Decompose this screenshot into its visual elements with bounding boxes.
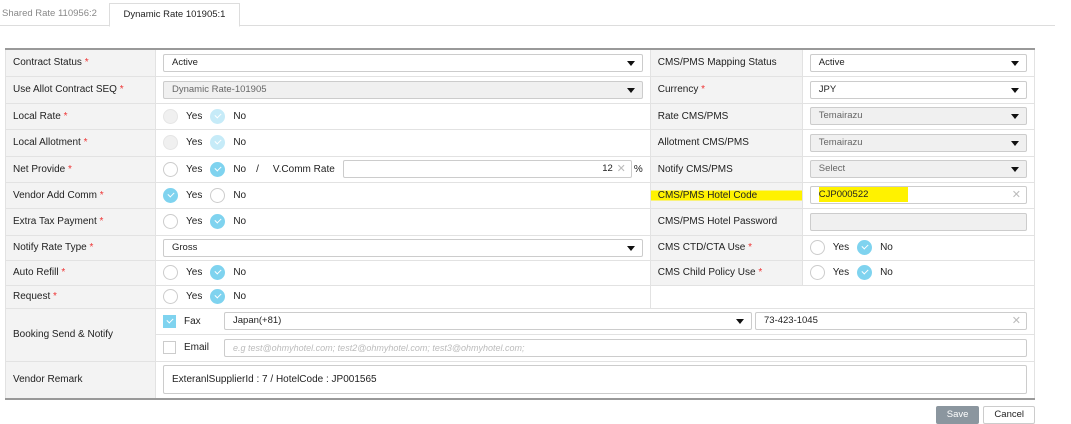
label-hotel-password: CMS/PMS Hotel Password xyxy=(649,207,803,236)
notify-cms-select[interactable]: Select xyxy=(809,160,1027,178)
label-rate-cms: Rate CMS/PMS xyxy=(649,102,803,130)
percent-label: % xyxy=(633,163,643,175)
auto-refill-no-radio[interactable] xyxy=(210,265,226,280)
currency-select[interactable]: JPY xyxy=(809,80,1027,99)
save-button[interactable]: Save xyxy=(935,406,980,424)
no-label: No xyxy=(233,163,247,175)
contract-form: Contract Status * Active CMS/PMS Mapping… xyxy=(5,48,1036,400)
chevron-down-icon xyxy=(736,319,744,324)
contract-status-select[interactable]: Active xyxy=(163,53,643,72)
label-vendor-remark: Vendor Remark xyxy=(5,360,156,400)
label-local-allotment: Local Allotment * xyxy=(5,128,156,157)
child-policy-yes-radio[interactable] xyxy=(809,265,825,280)
chevron-down-icon xyxy=(1011,140,1019,146)
label-allot-cms: Allotment CMS/PMS xyxy=(649,128,803,157)
label-currency: Currency * xyxy=(649,75,803,104)
label-child-policy: CMS Child Policy Use * xyxy=(649,259,803,286)
clear-icon[interactable]: ✕ xyxy=(1012,313,1021,329)
clear-icon[interactable]: ✕ xyxy=(617,161,626,177)
cms-mapping-status-select[interactable]: Active xyxy=(809,53,1027,72)
yes-label: Yes xyxy=(186,291,203,302)
clear-icon[interactable]: ✕ xyxy=(1012,187,1021,203)
net-provide-no-radio[interactable] xyxy=(210,161,226,177)
no-label: No xyxy=(233,267,247,278)
label-contract-status: Contract Status * xyxy=(5,48,156,77)
yes-label: Yes xyxy=(186,216,203,227)
email-label: Email xyxy=(184,342,210,353)
vcomm-rate-input[interactable]: 12 ✕ xyxy=(342,160,632,178)
hotel-password-input[interactable] xyxy=(809,212,1027,231)
chevron-down-icon xyxy=(1011,114,1019,119)
vendor-add-comm-yes-radio[interactable] xyxy=(163,187,178,203)
local-rate-no-radio[interactable] xyxy=(210,108,226,124)
label-local-rate: Local Rate * xyxy=(5,102,156,130)
hotel-code-input[interactable]: CJP000522 ✕ xyxy=(809,186,1027,204)
vcomm-label: V.Comm Rate xyxy=(272,163,335,175)
no-label: No xyxy=(233,189,247,201)
slash: / xyxy=(256,163,259,175)
ctd-cta-no-radio[interactable] xyxy=(857,240,873,255)
label-use-allot-seq: Use Allot Contract SEQ * xyxy=(5,75,156,104)
net-provide-yes-radio[interactable] xyxy=(163,161,178,177)
yes-label: Yes xyxy=(832,242,850,253)
yes-label: Yes xyxy=(186,110,203,122)
use-allot-seq-select[interactable]: Dynamic Rate-101905 xyxy=(163,80,643,99)
notify-rate-type-select[interactable]: Gross xyxy=(163,238,643,257)
label-auto-refill: Auto Refill * xyxy=(5,259,156,286)
yes-label: Yes xyxy=(186,137,203,148)
vendor-add-comm-no-radio[interactable] xyxy=(210,187,226,203)
yes-label: Yes xyxy=(832,267,850,278)
ctd-cta-yes-radio[interactable] xyxy=(809,240,825,255)
fax-number-input[interactable]: 73-423-1045 ✕ xyxy=(755,312,1027,330)
no-label: No xyxy=(233,291,247,302)
no-label: No xyxy=(233,216,247,227)
fax-checkbox[interactable] xyxy=(163,314,176,328)
local-rate-yes-radio[interactable] xyxy=(163,108,178,124)
extra-tax-no-radio[interactable] xyxy=(210,214,226,229)
tab-shared-rate[interactable]: Shared Rate 110956:2 xyxy=(2,3,97,27)
chevron-down-icon xyxy=(626,245,635,251)
label-booking-send: Booking Send & Notify xyxy=(5,307,156,362)
label-hotel-code: CMS/PMS Hotel Code xyxy=(649,181,803,209)
yes-label: Yes xyxy=(186,163,203,175)
local-allotment-yes-radio[interactable] xyxy=(163,135,178,150)
tab-bar: Shared Rate 110956:2 Dynamic Rate 101905… xyxy=(0,0,1055,27)
label-request: Request * xyxy=(5,284,156,309)
chevron-down-icon xyxy=(1011,60,1019,66)
tab-dynamic-rate[interactable]: Dynamic Rate 101905:1 xyxy=(109,3,240,27)
chevron-down-icon xyxy=(1011,167,1019,172)
no-label: No xyxy=(880,242,893,253)
cancel-button[interactable]: Cancel xyxy=(983,406,1035,424)
chevron-down-icon xyxy=(1011,87,1019,93)
allot-cms-select[interactable]: Temairazu xyxy=(809,133,1027,152)
no-label: No xyxy=(880,267,893,278)
yes-label: Yes xyxy=(186,267,203,278)
label-cms-mapping-status: CMS/PMS Mapping Status xyxy=(649,48,803,77)
no-label: No xyxy=(233,137,247,148)
local-allotment-no-radio[interactable] xyxy=(210,135,226,150)
label-net-provide: Net Provide * xyxy=(5,155,156,183)
yes-label: Yes xyxy=(186,189,203,201)
no-label: No xyxy=(233,110,247,122)
email-checkbox[interactable] xyxy=(163,341,176,354)
label-extra-tax: Extra Tax Payment * xyxy=(5,207,156,236)
request-no-radio[interactable] xyxy=(210,289,226,304)
fax-label: Fax xyxy=(184,315,201,327)
chevron-down-icon xyxy=(626,87,635,93)
request-yes-radio[interactable] xyxy=(163,289,178,304)
rate-cms-select[interactable]: Temairazu xyxy=(809,107,1027,125)
label-notify-rate-type: Notify Rate Type * xyxy=(5,234,156,261)
email-input[interactable]: e.g test@ohmyhotel.com; test2@ohmyhotel.… xyxy=(224,338,1027,357)
label-notify-cms: Notify CMS/PMS xyxy=(649,155,803,183)
fax-country-select[interactable]: Japan(+81) xyxy=(224,312,752,330)
label-vendor-add-comm: Vendor Add Comm * xyxy=(5,181,156,209)
child-policy-no-radio[interactable] xyxy=(857,265,873,280)
label-ctd-cta: CMS CTD/CTA Use * xyxy=(649,234,803,261)
auto-refill-yes-radio[interactable] xyxy=(163,265,178,280)
extra-tax-yes-radio[interactable] xyxy=(163,214,178,229)
chevron-down-icon xyxy=(626,60,635,66)
vendor-remark-textarea[interactable]: ExteranlSupplierId : 7 / HotelCode : JP0… xyxy=(163,365,1027,395)
